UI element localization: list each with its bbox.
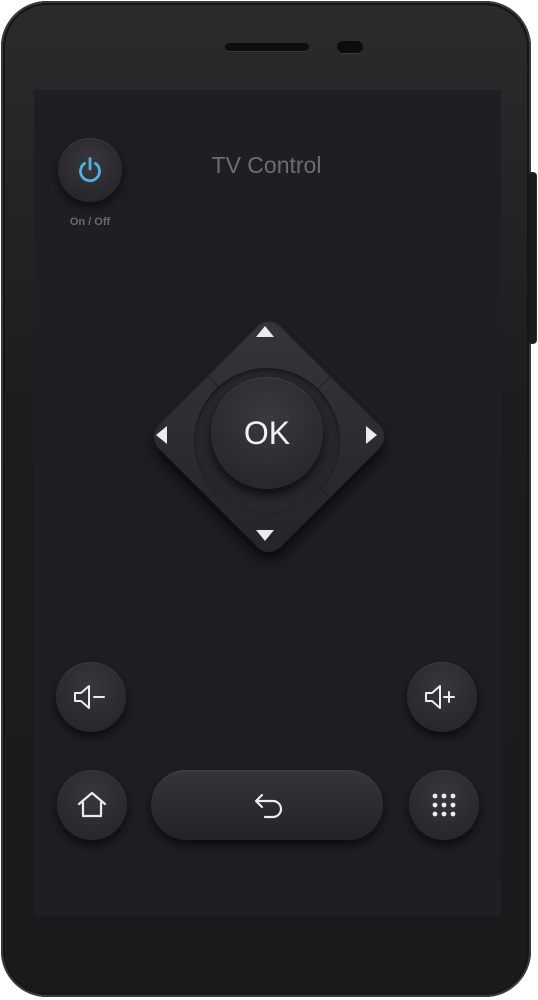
down-arrow-icon (256, 530, 274, 541)
ok-button[interactable]: OK (211, 377, 323, 489)
volume-up-icon (425, 685, 455, 709)
side-power-key (529, 172, 537, 344)
page-title: TV Control (211, 152, 322, 178)
volume-down-icon (74, 685, 105, 709)
remote-screen: On / Off TV Control OK (34, 90, 501, 916)
home-button[interactable] (57, 770, 127, 840)
apps-grid-icon (432, 793, 456, 817)
volume-down-button[interactable] (56, 662, 126, 732)
back-button[interactable] (151, 770, 383, 840)
up-arrow-icon (256, 326, 274, 337)
power-icon (79, 157, 101, 183)
home-icon (77, 791, 107, 818)
power-label: On / Off (69, 216, 111, 228)
volume-up-button[interactable] (407, 662, 477, 732)
left-arrow-icon (156, 426, 167, 444)
back-icon (254, 793, 283, 819)
power-button[interactable] (58, 138, 122, 202)
front-camera (337, 41, 363, 53)
menu-button[interactable] (409, 770, 479, 840)
earpiece-speaker (225, 43, 309, 51)
phone-frame: On / Off TV Control OK (1, 1, 531, 997)
right-arrow-icon (366, 426, 377, 444)
